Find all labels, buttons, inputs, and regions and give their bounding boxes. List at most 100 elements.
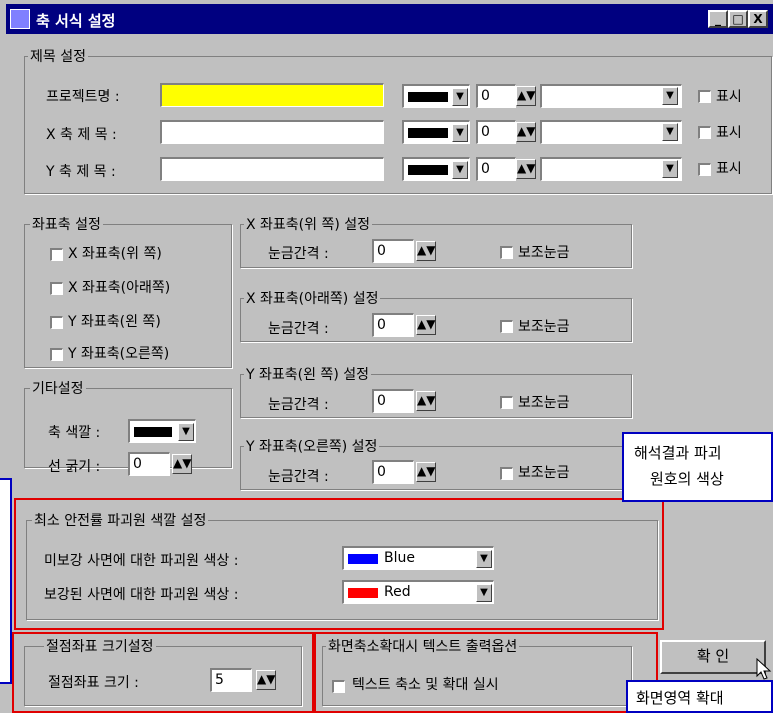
zoom-area-callout: 화면영역 확대 [626,680,773,713]
x-title-color-select[interactable]: ▼ [402,120,470,144]
y-right-interval-label: 눈금간격 : [268,469,329,485]
result-color-callout: 해석결과 파괴 원호의 색상 [622,432,773,502]
dialog-window: 축 서식 설정 _ □ X 제목 설정 프로젝트명 : ▼ 0 ▲▼ ▼ 표시 … [0,0,773,713]
text-scale-checkbox[interactable] [332,680,345,693]
x-top-minor-checkbox[interactable] [500,246,513,259]
etc-group-label: 기타설정 [30,378,86,398]
x-title-font-select[interactable] [540,120,682,144]
axis-y-right-label: Y 좌표축(오른쪽) [68,346,170,362]
x-top-settings-label: X 좌표축(위 쪽) 설정 [244,214,373,234]
chevron-down-icon[interactable]: ▼ [452,124,468,142]
project-show-label: 표시 [716,89,742,105]
x-bottom-minor-checkbox[interactable] [500,320,513,333]
spin-icon[interactable]: ▲▼ [516,122,536,142]
y-title-show-checkbox[interactable] [698,163,711,176]
axis-x-top-checkbox[interactable] [50,248,63,261]
safety-color-group-label: 최소 안전률 파괴원 색깔 설정 [32,510,209,530]
x-bottom-interval-label: 눈금간격 : [268,321,329,337]
line-width-input[interactable]: 0 [128,452,170,476]
color-swatch [408,165,448,175]
chevron-down-icon[interactable]: ▼ [476,550,492,568]
reinforced-color-select[interactable]: Red ▼ [342,580,494,604]
spin-icon[interactable]: ▲▼ [172,454,192,474]
axis-x-bottom-checkbox[interactable] [50,282,63,295]
text-scale-label: 텍스트 축소 및 확대 실시 [352,677,499,693]
y-right-settings-label: Y 좌표축(오른쪽) 설정 [244,436,380,456]
chevron-down-icon[interactable]: ▼ [662,160,678,178]
project-name-input[interactable] [160,83,384,107]
node-size-label: 절점좌표 크기 : [48,675,139,691]
project-font-select[interactable] [540,84,682,108]
project-color-select[interactable]: ▼ [402,84,470,108]
y-right-minor-label: 보조눈금 [518,465,570,481]
spin-icon[interactable]: ▲▼ [256,670,276,690]
unreinforced-color-value: Blue [384,550,415,566]
spin-icon[interactable]: ▲▼ [416,391,436,411]
axis-group-label: 좌표축 설정 [30,214,103,234]
chevron-down-icon[interactable]: ▼ [452,161,468,179]
close-button[interactable]: X [748,10,768,28]
chevron-down-icon[interactable]: ▼ [662,87,678,105]
reinforced-color-label: 보강된 사면에 대한 파괴원 색상 : [44,587,239,603]
axis-y-right-checkbox[interactable] [50,348,63,361]
y-title-label: Y 축 제 목 : [46,164,116,180]
y-title-color-select[interactable]: ▼ [402,157,470,181]
x-bottom-settings-label: X 좌표축(아래쪽) 설정 [244,288,381,308]
x-bottom-minor-label: 보조눈금 [518,319,570,335]
y-left-minor-label: 보조눈금 [518,395,570,411]
color-swatch [408,128,448,138]
minimize-button[interactable]: _ [708,10,728,28]
unreinforced-color-select[interactable]: Blue ▼ [342,546,494,570]
reinforced-color-value: Red [384,584,411,600]
y-title-font-select[interactable] [540,157,682,181]
project-size-input[interactable]: 0 [476,84,516,108]
x-top-minor-label: 보조눈금 [518,245,570,261]
x-title-show-checkbox[interactable] [698,126,711,139]
safety-color-group [26,520,658,620]
x-title-size-input[interactable]: 0 [476,120,516,144]
y-title-show-label: 표시 [716,161,742,177]
x-title-input[interactable] [160,120,384,144]
y-right-interval-input[interactable]: 0 [372,460,414,484]
spin-icon[interactable]: ▲▼ [416,241,436,261]
x-title-show-label: 표시 [716,125,742,141]
x-top-interval-label: 눈금간격 : [268,246,329,262]
y-right-minor-checkbox[interactable] [500,467,513,480]
y-left-interval-input[interactable]: 0 [372,389,414,413]
y-left-settings-label: Y 좌표축(왼 쪽) 설정 [244,364,371,384]
spin-icon[interactable]: ▲▼ [516,159,536,179]
axis-x-top-label: X 좌표축(위 쪽) [68,246,162,262]
x-bottom-interval-input[interactable]: 0 [372,313,414,337]
spin-icon[interactable]: ▲▼ [516,86,536,106]
chevron-down-icon[interactable]: ▼ [452,88,468,106]
y-title-size-input[interactable]: 0 [476,157,516,181]
axis-x-bottom-label: X 좌표축(아래쪽) [68,280,171,296]
maximize-button[interactable]: □ [728,10,748,28]
unreinforced-color-label: 미보강 사면에 대한 파괴원 색상 : [44,553,239,569]
color-swatch [348,554,378,564]
spin-icon[interactable]: ▲▼ [416,315,436,335]
app-icon [10,9,30,29]
left-callout-edge [0,478,12,684]
axis-color-label: 축 색깔 : [48,425,101,441]
x-title-label: X 축 제 목 : [46,127,117,143]
project-show-checkbox[interactable] [698,90,711,103]
axis-color-select[interactable]: ▼ [128,419,196,443]
y-title-input[interactable] [160,157,384,181]
title-settings-label: 제목 설정 [28,46,88,66]
node-size-input[interactable]: 5 [210,668,252,692]
axis-y-left-checkbox[interactable] [50,316,63,329]
chevron-down-icon[interactable]: ▼ [476,584,492,602]
y-left-minor-checkbox[interactable] [500,396,513,409]
chevron-down-icon[interactable]: ▼ [662,123,678,141]
chevron-down-icon[interactable]: ▼ [178,423,194,441]
project-name-label: 프로젝트명 : [46,89,120,105]
x-top-interval-input[interactable]: 0 [372,239,414,263]
callout-text-line2: 원호의 색상 [650,470,724,488]
zoom-callout-text: 화면영역 확대 [636,689,724,707]
title-bar[interactable]: 축 서식 설정 _ □ X [6,4,773,34]
spin-icon[interactable]: ▲▼ [416,462,436,482]
ok-button[interactable]: 확 인 [660,640,766,674]
line-width-label: 선 굵기 : [48,459,101,475]
color-swatch [348,588,378,598]
